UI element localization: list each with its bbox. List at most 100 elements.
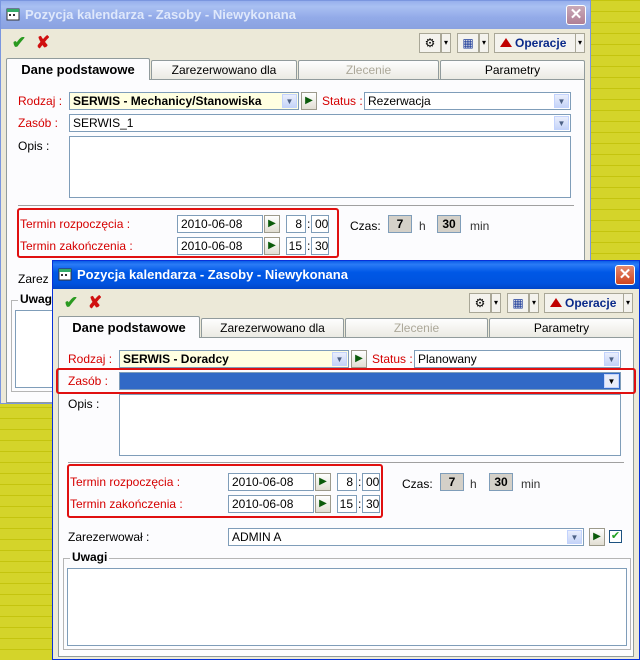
zasob-label: Zasób :: [18, 116, 59, 130]
chevron-down-icon[interactable]: ▼: [567, 530, 582, 544]
triangle-up-icon: [500, 38, 512, 47]
tab-dane-podstawowe[interactable]: Dane podstawowe: [58, 316, 200, 338]
czas-minutes-field: 30: [437, 215, 461, 233]
operations-button[interactable]: Operacje: [544, 293, 624, 313]
zasob-value: SERWIS_1: [73, 116, 134, 130]
zarezerwowal-label: Zarezerwował :: [68, 530, 150, 544]
titlebar: Pozycja kalendarza - Zasoby - Niewykonan…: [53, 261, 639, 289]
window-title: Pozycja kalendarza - Zasoby - Niewykonan…: [77, 267, 348, 282]
start-label: Termin rozpoczęcia :: [20, 217, 131, 231]
zarezerwowal-value: ADMIN A: [232, 530, 282, 544]
rodzaj-combo[interactable]: SERWIS - Mechanicy/Stanowiska ▼: [69, 92, 299, 110]
uwagi-textarea[interactable]: [67, 568, 627, 646]
end-date-picker-button[interactable]: ▶: [264, 237, 280, 255]
tab-parametry[interactable]: Parametry: [489, 318, 634, 337]
opis-label: Opis :: [18, 139, 50, 153]
chevron-down-icon[interactable]: ▼: [554, 94, 569, 108]
zasob-label: Zasób :: [68, 374, 109, 388]
start-date-field[interactable]: 2010-06-08: [177, 215, 263, 233]
close-button[interactable]: ✕: [566, 5, 586, 25]
tab-panel: Rodzaj : SERWIS - Doradcy ▼ ▶ Status : P…: [56, 337, 636, 657]
chevron-down-icon[interactable]: ▼: [282, 94, 297, 108]
rodzaj-details-button[interactable]: ▶: [351, 350, 367, 368]
tab-zarezerwowano-dla[interactable]: Zarezerwowano dla: [151, 60, 297, 79]
opis-textarea[interactable]: [69, 136, 571, 198]
minutes-unit-label: min: [470, 219, 490, 233]
gear-dropdown-arrow-icon[interactable]: ▾: [441, 33, 451, 53]
zasob-combo[interactable]: SERWIS_1 ▼: [69, 114, 571, 132]
opis-label: Opis :: [68, 397, 100, 411]
hours-unit-label: h: [419, 219, 426, 233]
end-label: Termin zakończenia :: [20, 239, 133, 253]
status-combo[interactable]: Rezerwacja ▼: [364, 92, 571, 110]
cancel-x-icon[interactable]: ✘: [33, 33, 53, 53]
tab-bar: Dane podstawowe Zarezerwowano dla Zlecen…: [58, 316, 634, 338]
start-date-field[interactable]: 2010-06-08: [228, 473, 314, 491]
tab-bar: Dane podstawowe Zarezerwowano dla Zlecen…: [6, 58, 585, 80]
end-date-field[interactable]: 2010-06-08: [228, 495, 314, 513]
rodzaj-details-button[interactable]: ▶: [301, 92, 317, 110]
grid-dropdown-arrow-icon[interactable]: ▾: [529, 293, 539, 313]
cancel-x-icon[interactable]: ✘: [85, 293, 105, 313]
grid-icon[interactable]: ▦: [507, 293, 529, 313]
end-minute-field[interactable]: 30: [362, 495, 380, 513]
minutes-unit-label: min: [521, 477, 541, 491]
hours-unit-label: h: [470, 477, 477, 491]
window-foreground: Pozycja kalendarza - Zasoby - Niewykonan…: [52, 260, 640, 660]
czas-minutes-field: 30: [489, 473, 513, 491]
tab-zlecenie: Zlecenie: [345, 318, 488, 337]
start-minute-field[interactable]: 00: [362, 473, 380, 491]
tab-dane-podstawowe[interactable]: Dane podstawowe: [6, 58, 150, 80]
chevron-down-icon[interactable]: ▼: [604, 352, 619, 366]
ok-check-icon[interactable]: ✔: [9, 33, 29, 53]
zarezerwowal-label-partial: Zarez: [18, 272, 49, 286]
start-minute-field[interactable]: 00: [311, 215, 329, 233]
time-colon: :: [307, 217, 311, 231]
rodzaj-combo[interactable]: SERWIS - Doradcy ▼: [119, 350, 349, 368]
end-date-picker-button[interactable]: ▶: [315, 495, 331, 513]
chevron-down-icon[interactable]: ▼: [332, 352, 347, 366]
calendar-app-icon: [58, 268, 72, 281]
end-hour-field[interactable]: 15: [337, 495, 357, 513]
chevron-down-icon[interactable]: ▼: [604, 374, 619, 388]
rodzaj-label: Rodzaj :: [18, 94, 63, 108]
start-label: Termin rozpoczęcia :: [70, 475, 181, 489]
start-date-picker-button[interactable]: ▶: [315, 473, 331, 491]
uwagi-label-partial: Uwag: [18, 292, 55, 306]
czas-label: Czas:: [402, 477, 433, 491]
end-minute-field[interactable]: 30: [311, 237, 329, 255]
tab-zlecenie: Zlecenie: [298, 60, 439, 79]
time-colon: :: [358, 497, 362, 511]
window-title: Pozycja kalendarza - Zasoby - Niewykonan…: [25, 7, 296, 22]
ok-check-icon[interactable]: ✔: [61, 293, 81, 313]
end-hour-field[interactable]: 15: [286, 237, 306, 255]
operations-dropdown-arrow-icon[interactable]: ▾: [623, 293, 633, 313]
gear-dropdown-arrow-icon[interactable]: ▾: [491, 293, 501, 313]
rodzaj-label: Rodzaj :: [68, 352, 113, 366]
opis-textarea[interactable]: [119, 394, 621, 456]
operations-button[interactable]: Operacje: [494, 33, 576, 53]
operations-label: Operacje: [565, 296, 617, 310]
tab-zarezerwowano-dla[interactable]: Zarezerwowano dla: [201, 318, 344, 337]
status-label: Status :: [372, 352, 413, 366]
tab-parametry[interactable]: Parametry: [440, 60, 585, 79]
czas-label: Czas:: [350, 219, 381, 233]
start-hour-field[interactable]: 8: [286, 215, 306, 233]
end-date-field[interactable]: 2010-06-08: [177, 237, 263, 255]
status-combo[interactable]: Planowany ▼: [414, 350, 621, 368]
close-button[interactable]: ✕: [615, 265, 635, 285]
grid-dropdown-arrow-icon[interactable]: ▾: [479, 33, 489, 53]
zarezerwowal-details-button[interactable]: ▶: [589, 528, 605, 546]
operations-dropdown-arrow-icon[interactable]: ▾: [575, 33, 585, 53]
start-date-picker-button[interactable]: ▶: [264, 215, 280, 233]
start-hour-field[interactable]: 8: [337, 473, 357, 491]
gear-icon[interactable]: ⚙: [469, 293, 491, 313]
status-label: Status :: [322, 94, 363, 108]
end-label: Termin zakończenia :: [70, 497, 183, 511]
chevron-down-icon[interactable]: ▼: [554, 116, 569, 130]
zarezerwowal-combo[interactable]: ADMIN A ▼: [228, 528, 584, 546]
zasob-combo[interactable]: ▼: [119, 372, 621, 390]
gear-icon[interactable]: ⚙: [419, 33, 441, 53]
zarezerwowal-checkbox[interactable]: ✔: [609, 530, 622, 543]
grid-icon[interactable]: ▦: [457, 33, 479, 53]
